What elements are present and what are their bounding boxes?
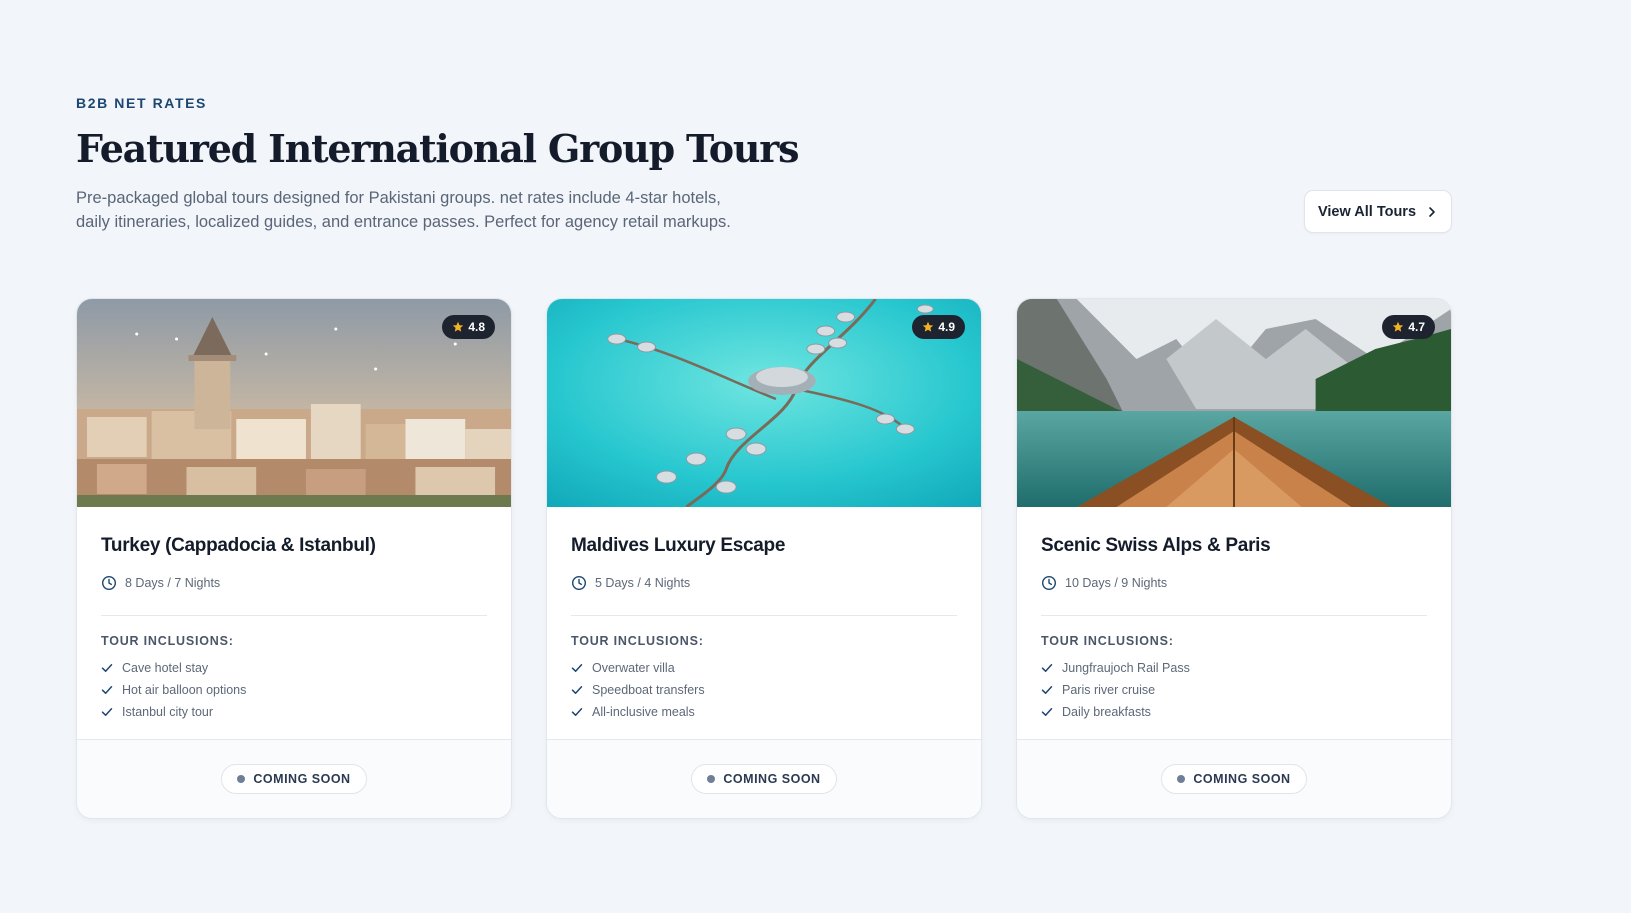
inclusion-text: Hot air balloon options <box>122 683 247 697</box>
inclusion-text: All-inclusive meals <box>592 705 695 719</box>
check-icon <box>571 708 583 716</box>
inclusion-text: Cave hotel stay <box>122 661 209 675</box>
section-title: Featured International Group Tours <box>76 126 799 171</box>
star-icon <box>1393 321 1404 332</box>
duration-text: 5 Days / 4 Nights <box>595 576 691 590</box>
tour-duration: 5 Days / 4 Nights <box>571 575 957 591</box>
inclusion-text: Speedboat transfers <box>592 683 705 697</box>
card-divider <box>101 615 487 616</box>
inclusion-text: Overwater villa <box>592 661 675 675</box>
rating-badge: 4.9 <box>912 315 965 339</box>
inclusion-item: Istanbul city tour <box>101 701 487 723</box>
duration-text: 10 Days / 9 Nights <box>1065 576 1168 590</box>
status-text: COMING SOON <box>1193 772 1291 786</box>
section-description: Pre-packaged global tours designed for P… <box>76 189 731 231</box>
inclusion-item: Overwater villa <box>571 657 957 679</box>
status-dot-icon <box>237 775 246 783</box>
inclusions-title: TOUR INCLUSIONS: <box>1041 634 1174 648</box>
tour-duration: 8 Days / 7 Nights <box>101 575 487 591</box>
rating-value: 4.9 <box>938 320 955 334</box>
inclusion-item: Jungfraujoch Rail Pass <box>1041 657 1427 679</box>
check-icon <box>101 686 113 694</box>
check-icon <box>1041 686 1053 694</box>
card-footer: COMING SOON <box>77 739 511 818</box>
card-divider <box>1041 615 1427 616</box>
tour-title: Maldives Luxury Escape <box>571 535 786 556</box>
clock-icon <box>101 575 117 591</box>
check-icon <box>1041 664 1053 672</box>
inclusions-list: Jungfraujoch Rail Pass Paris river cruis… <box>1041 657 1427 723</box>
star-icon <box>923 321 934 332</box>
clock-icon <box>1041 575 1057 591</box>
coming-soon-badge: COMING SOON <box>1161 764 1307 794</box>
rating-badge: 4.7 <box>1382 315 1435 339</box>
card-footer: COMING SOON <box>547 739 981 818</box>
tour-card-turkey[interactable]: 4.8 Turkey (Cappadocia & Istanbul) 8 Day… <box>76 298 512 819</box>
inclusion-item: Paris river cruise <box>1041 679 1427 701</box>
inclusions-list: Overwater villa Speedboat transfers All-… <box>571 657 957 723</box>
check-icon <box>571 664 583 672</box>
inclusions-list: Cave hotel stay Hot air balloon options … <box>101 657 487 723</box>
rating-value: 4.7 <box>1408 320 1425 334</box>
star-icon <box>453 321 464 332</box>
check-icon <box>101 708 113 716</box>
tour-card-swiss-alps[interactable]: 4.7 Scenic Swiss Alps & Paris 10 Days / … <box>1016 298 1452 819</box>
check-icon <box>571 686 583 694</box>
tour-title: Scenic Swiss Alps & Paris <box>1041 535 1271 556</box>
chevron-right-icon <box>1429 206 1435 217</box>
clock-icon <box>571 575 587 591</box>
inclusion-item: All-inclusive meals <box>571 701 957 723</box>
inclusion-item: Cave hotel stay <box>101 657 487 679</box>
inclusion-text: Daily breakfasts <box>1062 705 1151 719</box>
coming-soon-badge: COMING SOON <box>221 764 367 794</box>
inclusion-text: Istanbul city tour <box>122 705 214 719</box>
tour-title: Turkey (Cappadocia & Istanbul) <box>101 535 376 556</box>
featured-tours-section: B2B NET RATES Featured International Gro… <box>76 0 1452 913</box>
inclusion-item: Hot air balloon options <box>101 679 487 701</box>
inclusion-text: Paris river cruise <box>1062 683 1156 697</box>
duration-text: 8 Days / 7 Nights <box>125 576 221 590</box>
status-text: COMING SOON <box>253 772 351 786</box>
rating-badge: 4.8 <box>442 315 495 339</box>
inclusions-title: TOUR INCLUSIONS: <box>101 634 234 648</box>
rating-value: 4.8 <box>468 320 485 334</box>
inclusion-text: Jungfraujoch Rail Pass <box>1062 661 1190 675</box>
check-icon <box>101 664 113 672</box>
inclusions-title: TOUR INCLUSIONS: <box>571 634 704 648</box>
inclusion-item: Daily breakfasts <box>1041 701 1427 723</box>
section-eyebrow: B2B NET RATES <box>76 95 207 111</box>
status-dot-icon <box>707 775 716 783</box>
card-divider <box>571 615 957 616</box>
check-icon <box>1041 708 1053 716</box>
view-all-tours-button[interactable]: View All Tours <box>1304 190 1452 233</box>
status-text: COMING SOON <box>723 772 821 786</box>
card-footer: COMING SOON <box>1017 739 1451 818</box>
view-all-tours-label: View All Tours <box>1317 203 1417 220</box>
inclusion-item: Speedboat transfers <box>571 679 957 701</box>
coming-soon-badge: COMING SOON <box>691 764 837 794</box>
tour-card-maldives[interactable]: 4.9 Maldives Luxury Escape 5 Days / 4 Ni… <box>546 298 982 819</box>
tour-duration: 10 Days / 9 Nights <box>1041 575 1427 591</box>
status-dot-icon <box>1177 775 1186 783</box>
